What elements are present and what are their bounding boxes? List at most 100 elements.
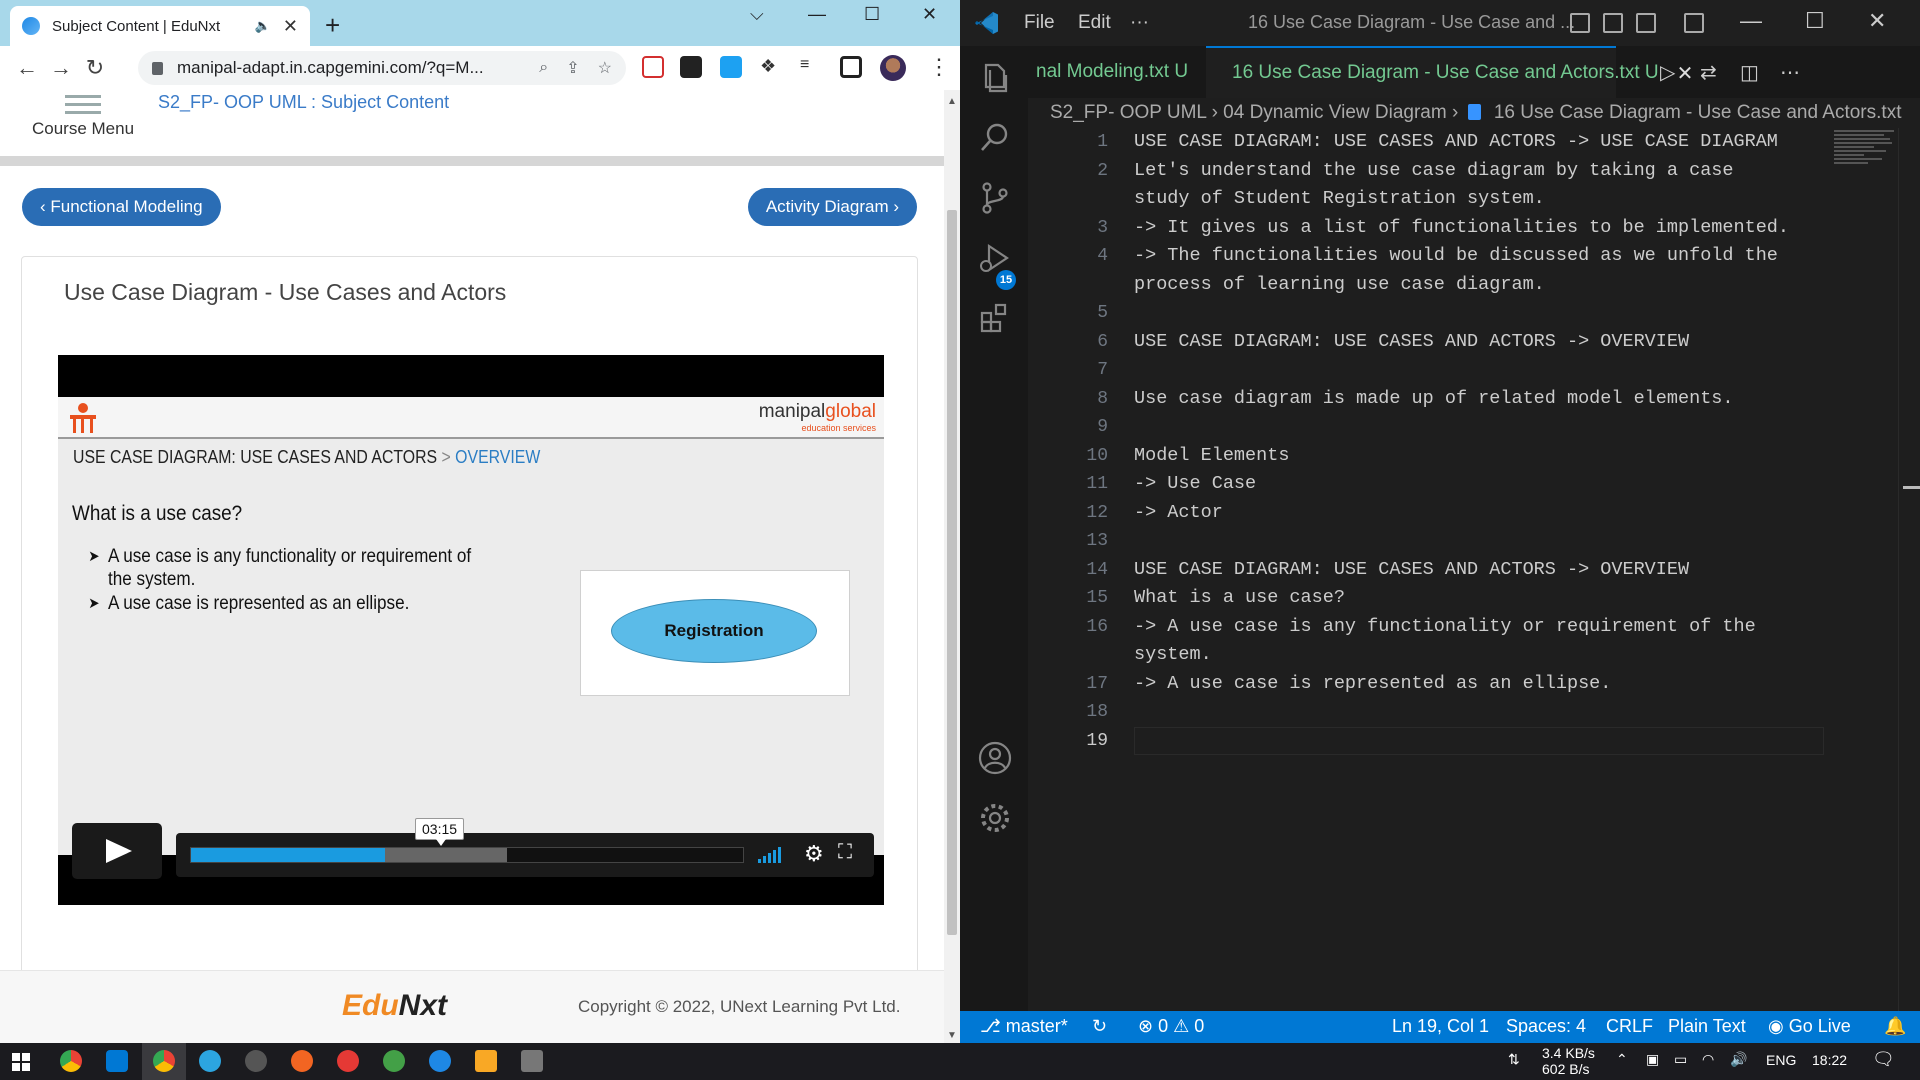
video-seek-bar[interactable]: 03:15 xyxy=(190,818,744,863)
split-editor-icon[interactable]: ◫ xyxy=(1740,60,1759,85)
code-line[interactable]: -> It gives us a list of functionalities… xyxy=(1134,214,1834,243)
browser-tab[interactable]: Subject Content | EduNxt 🔈 ✕ xyxy=(10,6,310,46)
volume-icon[interactable]: 🔊 xyxy=(1730,1051,1747,1068)
address-bar[interactable]: manipal-adapt.in.capgemini.com/?q=M... ⌕… xyxy=(138,51,626,85)
editor-scrollbar[interactable] xyxy=(1898,128,1920,1011)
code-line[interactable] xyxy=(1134,698,1834,727)
volume-icon[interactable] xyxy=(758,845,781,863)
reload-icon[interactable]: ↻ xyxy=(78,55,112,81)
open-changes-icon[interactable]: ⇄ xyxy=(1700,60,1717,85)
new-tab-button[interactable]: + xyxy=(325,10,340,41)
next-activity-diagram-button[interactable]: Activity Diagram › xyxy=(747,188,917,226)
accounts-icon[interactable] xyxy=(977,740,1013,776)
eol-status[interactable]: CRLF xyxy=(1606,1016,1653,1037)
close-tab-icon[interactable]: ✕ xyxy=(283,16,298,37)
telegram-taskbar-icon[interactable] xyxy=(199,1050,221,1072)
battery-icon[interactable]: ▭ xyxy=(1674,1051,1687,1068)
code-line[interactable] xyxy=(1134,727,1834,756)
ninja-extension-icon[interactable] xyxy=(680,56,702,78)
vscode-taskbar-icon[interactable] xyxy=(106,1050,128,1072)
breadcrumb-folder-2[interactable]: 04 Dynamic View Diagram xyxy=(1223,102,1447,123)
vscode-minimize-button[interactable]: — xyxy=(1740,8,1762,34)
more-actions-icon[interactable]: ⋯ xyxy=(1780,60,1800,85)
code-line[interactable]: Let's understand the use case diagram by… xyxy=(1134,157,1834,214)
extensions-puzzle-icon[interactable]: ❖ xyxy=(760,56,782,78)
zoom-icon[interactable]: ⌕ xyxy=(539,59,548,77)
chrome-taskbar-icon[interactable] xyxy=(60,1050,82,1072)
code-line[interactable]: Use case diagram is made up of related m… xyxy=(1134,385,1834,414)
code-line[interactable]: USE CASE DIAGRAM: USE CASES AND ACTORS -… xyxy=(1134,328,1834,357)
wifi-icon[interactable]: ◠ xyxy=(1702,1051,1714,1068)
fullscreen-icon[interactable]: ⛶ xyxy=(838,841,852,864)
tab-search-icon[interactable]: ⌵ xyxy=(750,4,764,25)
menu-edit[interactable]: Edit xyxy=(1078,12,1111,34)
misc-app-taskbar-icon[interactable] xyxy=(521,1050,543,1072)
go-live-button[interactable]: ◉ Go Live xyxy=(1768,1016,1851,1037)
cursor-position[interactable]: Ln 19, Col 1 xyxy=(1392,1016,1489,1037)
text-editor[interactable]: 1 2 3 4 5 6 7 8 9 10 11 12 13 14 15 16 17 18 19 USE CASE D… xyxy=(1028,128,1898,1011)
course-menu-button[interactable]: Course Menu xyxy=(28,90,138,139)
code-line[interactable] xyxy=(1134,413,1834,442)
branch-status[interactable]: ⎇ master* xyxy=(980,1016,1068,1037)
customize-layout-icon[interactable] xyxy=(1684,13,1704,33)
chrome-active-taskbar-icon[interactable] xyxy=(153,1050,175,1072)
prev-functional-modeling-button[interactable]: ‹ Functional Modeling xyxy=(22,188,221,226)
run-file-icon[interactable]: ▷ xyxy=(1660,60,1675,85)
profile-avatar[interactable] xyxy=(880,55,906,81)
language-mode[interactable]: Plain Text xyxy=(1668,1016,1746,1037)
extensions-icon[interactable] xyxy=(977,300,1013,336)
minimize-button[interactable]: — xyxy=(808,4,826,25)
video-settings-gear-icon[interactable]: ⚙ xyxy=(804,841,824,867)
media-control-icon[interactable]: ≡ xyxy=(800,56,822,78)
code-content[interactable]: USE CASE DIAGRAM: USE CASES AND ACTORS -… xyxy=(1134,128,1834,755)
code-line[interactable]: -> Actor xyxy=(1134,499,1834,528)
close-tab-icon[interactable]: ✕ xyxy=(1677,61,1694,86)
share-icon[interactable]: ⇪ xyxy=(566,58,579,78)
maximize-button[interactable]: ☐ xyxy=(864,4,880,25)
menu-more[interactable]: ··· xyxy=(1130,12,1149,34)
muted-audio-icon[interactable]: 🔈 xyxy=(255,18,271,34)
breadcrumb-folder-1[interactable]: S2_FP- OOP UML xyxy=(1050,102,1206,123)
chrome-menu-icon[interactable]: ⋮ xyxy=(928,54,950,80)
close-window-button[interactable]: ✕ xyxy=(922,4,937,25)
run-debug-icon[interactable] xyxy=(977,240,1013,276)
sync-icon[interactable]: ↻ xyxy=(1092,1016,1107,1037)
explorer-icon[interactable] xyxy=(977,60,1013,96)
toggle-secondary-sidebar-icon[interactable] xyxy=(1636,13,1656,33)
video-player[interactable]: manipalglobal education services USE CAS… xyxy=(58,355,884,905)
vscode-maximize-button[interactable]: ☐ xyxy=(1805,8,1825,34)
show-hidden-icons-chevron-icon[interactable]: ⌃ xyxy=(1616,1051,1628,1068)
scroll-down-icon[interactable]: ▼ xyxy=(947,1030,957,1041)
breadcrumb-file[interactable]: 16 Use Case Diagram - Use Case and Actor… xyxy=(1494,102,1902,123)
s-extension-icon[interactable] xyxy=(720,56,742,78)
input-language[interactable]: ENG xyxy=(1766,1052,1796,1068)
pocket-extension-icon[interactable] xyxy=(642,56,664,78)
code-line[interactable]: USE CASE DIAGRAM: USE CASES AND ACTORS -… xyxy=(1134,128,1834,157)
file-explorer-taskbar-icon[interactable] xyxy=(475,1050,497,1072)
back-arrow-icon[interactable]: ← xyxy=(10,55,44,81)
source-control-icon[interactable] xyxy=(977,180,1013,216)
code-line[interactable]: -> A use case is any functionality or re… xyxy=(1134,613,1834,670)
toggle-panel-icon[interactable] xyxy=(1603,13,1623,33)
code-line[interactable]: Model Elements xyxy=(1134,442,1834,471)
scroll-thumb[interactable] xyxy=(947,210,957,935)
indentation-status[interactable]: Spaces: 4 xyxy=(1506,1016,1586,1037)
clock-time[interactable]: 18:22 xyxy=(1812,1052,1847,1068)
code-line[interactable]: What is a use case? xyxy=(1134,584,1834,613)
meet-now-icon[interactable]: ▣ xyxy=(1646,1051,1659,1068)
postman-taskbar-icon[interactable] xyxy=(291,1050,313,1072)
play-button[interactable] xyxy=(72,823,162,879)
scroll-up-icon[interactable]: ▲ xyxy=(947,96,957,107)
code-line[interactable]: -> The functionalities would be discusse… xyxy=(1134,242,1834,299)
page-scrollbar[interactable]: ▲ ▼ xyxy=(944,90,960,1043)
search-icon[interactable] xyxy=(977,120,1013,156)
notification-center-icon[interactable]: 🗨 xyxy=(1872,1049,1895,1070)
code-line[interactable]: USE CASE DIAGRAM: USE CASES AND ACTORS -… xyxy=(1134,556,1834,585)
side-panel-icon[interactable] xyxy=(840,56,862,78)
notifications-bell-icon[interactable]: 🔔 xyxy=(1884,1016,1906,1037)
code-line[interactable] xyxy=(1134,527,1834,556)
toggle-sidebar-icon[interactable] xyxy=(1570,13,1590,33)
windows-start-icon[interactable] xyxy=(12,1053,30,1071)
browser-taskbar-icon[interactable] xyxy=(429,1050,451,1072)
minimap[interactable] xyxy=(1834,128,1898,188)
